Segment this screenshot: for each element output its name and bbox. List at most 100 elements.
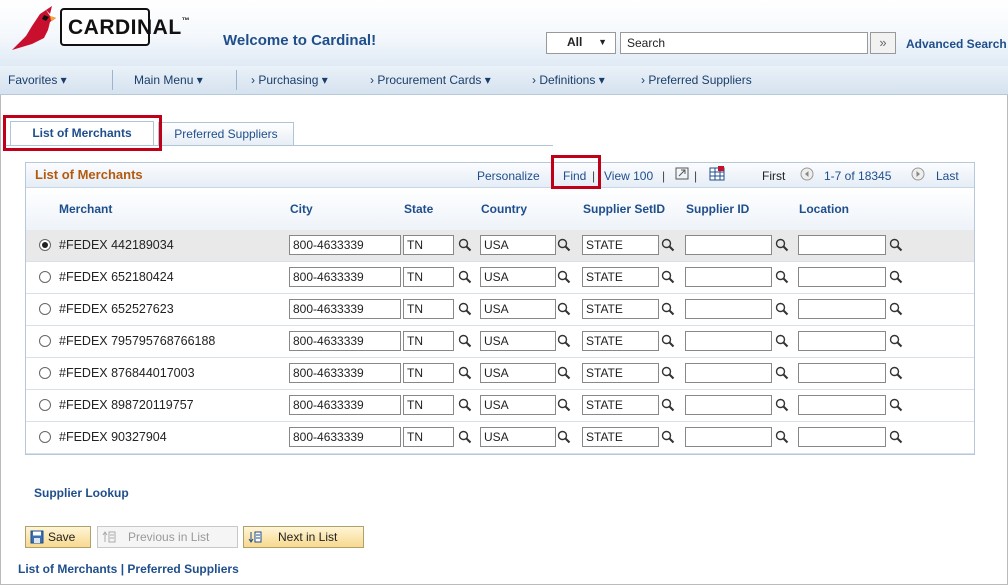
footer-preferred-suppliers-link[interactable]: Preferred Suppliers: [127, 562, 238, 576]
supplier-id-lookup-icon[interactable]: [775, 302, 789, 316]
state-lookup-icon[interactable]: [458, 302, 472, 316]
supplier-id-field[interactable]: [685, 331, 772, 351]
country-field[interactable]: USA: [480, 427, 556, 447]
supplier-id-field[interactable]: [685, 267, 772, 287]
country-lookup-icon[interactable]: [557, 334, 571, 348]
last-link[interactable]: Last: [936, 169, 959, 183]
supplier-id-field[interactable]: [685, 363, 772, 383]
location-field[interactable]: [798, 427, 886, 447]
state-field[interactable]: TN: [403, 427, 454, 447]
state-field[interactable]: TN: [403, 331, 454, 351]
col-supplier-id[interactable]: Supplier ID: [686, 202, 749, 216]
previous-in-list-button[interactable]: Previous in List: [97, 526, 238, 548]
state-lookup-icon[interactable]: [458, 238, 472, 252]
supplier-id-lookup-icon[interactable]: [775, 270, 789, 284]
location-lookup-icon[interactable]: [889, 366, 903, 380]
state-lookup-icon[interactable]: [458, 270, 472, 284]
supplier-id-field[interactable]: [685, 235, 772, 255]
country-lookup-icon[interactable]: [557, 398, 571, 412]
col-country[interactable]: Country: [481, 202, 527, 216]
location-lookup-icon[interactable]: [889, 302, 903, 316]
nav-favorites[interactable]: Favorites ▾: [8, 73, 67, 87]
setid-lookup-icon[interactable]: [661, 238, 675, 252]
state-lookup-icon[interactable]: [458, 334, 472, 348]
row-select-radio[interactable]: [39, 303, 51, 315]
personalize-link[interactable]: Personalize: [477, 169, 540, 183]
table-row[interactable]: #FEDEX 90327904 800-4633339 TN USA STATE: [26, 422, 974, 454]
city-field[interactable]: 800-4633339: [289, 427, 401, 447]
supplier-setid-field[interactable]: STATE: [582, 363, 659, 383]
table-row[interactable]: #FEDEX 652180424 800-4633339 TN USA STATE: [26, 262, 974, 294]
next-in-list-button[interactable]: Next in List: [243, 526, 364, 548]
country-lookup-icon[interactable]: [557, 302, 571, 316]
zoom-icon[interactable]: [675, 167, 689, 180]
col-location[interactable]: Location: [799, 202, 849, 216]
col-city[interactable]: City: [290, 202, 313, 216]
location-field[interactable]: [798, 299, 886, 319]
setid-lookup-icon[interactable]: [661, 366, 675, 380]
tab-preferred-suppliers[interactable]: Preferred Suppliers: [158, 122, 294, 145]
city-field[interactable]: 800-4633339: [289, 363, 401, 383]
country-lookup-icon[interactable]: [557, 366, 571, 380]
supplier-id-field[interactable]: [685, 427, 772, 447]
previous-page-icon[interactable]: [800, 167, 814, 181]
row-select-radio[interactable]: [39, 271, 51, 283]
row-select-radio[interactable]: [39, 431, 51, 443]
table-row[interactable]: #FEDEX 652527623 800-4633339 TN USA STATE: [26, 294, 974, 326]
state-lookup-icon[interactable]: [458, 430, 472, 444]
breadcrumb-purchasing[interactable]: › Purchasing ▾: [251, 73, 328, 87]
setid-lookup-icon[interactable]: [661, 270, 675, 284]
setid-lookup-icon[interactable]: [661, 398, 675, 412]
location-field[interactable]: [798, 331, 886, 351]
location-field[interactable]: [798, 235, 886, 255]
breadcrumb-procurement-cards[interactable]: › Procurement Cards ▾: [370, 73, 491, 87]
state-field[interactable]: TN: [403, 363, 454, 383]
country-lookup-icon[interactable]: [557, 430, 571, 444]
state-field[interactable]: TN: [403, 395, 454, 415]
save-button[interactable]: Save: [25, 526, 91, 548]
supplier-id-lookup-icon[interactable]: [775, 334, 789, 348]
supplier-lookup-link[interactable]: Supplier Lookup: [34, 486, 129, 500]
supplier-setid-field[interactable]: STATE: [582, 235, 659, 255]
supplier-setid-field[interactable]: STATE: [582, 267, 659, 287]
supplier-id-field[interactable]: [685, 299, 772, 319]
table-row[interactable]: #FEDEX 876844017003 800-4633339 TN USA STATE: [26, 358, 974, 390]
col-merchant[interactable]: Merchant: [59, 202, 112, 216]
country-field[interactable]: USA: [480, 395, 556, 415]
supplier-setid-field[interactable]: STATE: [582, 395, 659, 415]
city-field[interactable]: 800-4633339: [289, 395, 401, 415]
supplier-id-lookup-icon[interactable]: [775, 430, 789, 444]
supplier-id-field[interactable]: [685, 395, 772, 415]
state-field[interactable]: TN: [403, 235, 454, 255]
state-field[interactable]: TN: [403, 299, 454, 319]
state-lookup-icon[interactable]: [458, 366, 472, 380]
supplier-setid-field[interactable]: STATE: [582, 331, 659, 351]
country-lookup-icon[interactable]: [557, 270, 571, 284]
city-field[interactable]: 800-4633339: [289, 267, 401, 287]
city-field[interactable]: 800-4633339: [289, 299, 401, 319]
supplier-id-lookup-icon[interactable]: [775, 238, 789, 252]
advanced-search-link[interactable]: Advanced Search: [906, 37, 1007, 51]
country-field[interactable]: USA: [480, 299, 556, 319]
country-field[interactable]: USA: [480, 267, 556, 287]
country-lookup-icon[interactable]: [557, 238, 571, 252]
supplier-setid-field[interactable]: STATE: [582, 427, 659, 447]
location-field[interactable]: [798, 395, 886, 415]
supplier-setid-field[interactable]: STATE: [582, 299, 659, 319]
search-scope-select[interactable]: All ▼: [546, 32, 616, 54]
country-field[interactable]: USA: [480, 235, 556, 255]
supplier-id-lookup-icon[interactable]: [775, 398, 789, 412]
location-lookup-icon[interactable]: [889, 334, 903, 348]
download-spreadsheet-icon[interactable]: [709, 166, 725, 181]
city-field[interactable]: 800-4633339: [289, 235, 401, 255]
location-lookup-icon[interactable]: [889, 238, 903, 252]
nav-main-menu[interactable]: Main Menu ▾: [134, 73, 203, 87]
row-select-radio[interactable]: [39, 335, 51, 347]
location-field[interactable]: [798, 267, 886, 287]
location-lookup-icon[interactable]: [889, 398, 903, 412]
location-field[interactable]: [798, 363, 886, 383]
footer-list-of-merchants-link[interactable]: List of Merchants: [18, 562, 117, 576]
row-select-radio[interactable]: [39, 399, 51, 411]
setid-lookup-icon[interactable]: [661, 430, 675, 444]
row-select-radio[interactable]: [39, 367, 51, 379]
